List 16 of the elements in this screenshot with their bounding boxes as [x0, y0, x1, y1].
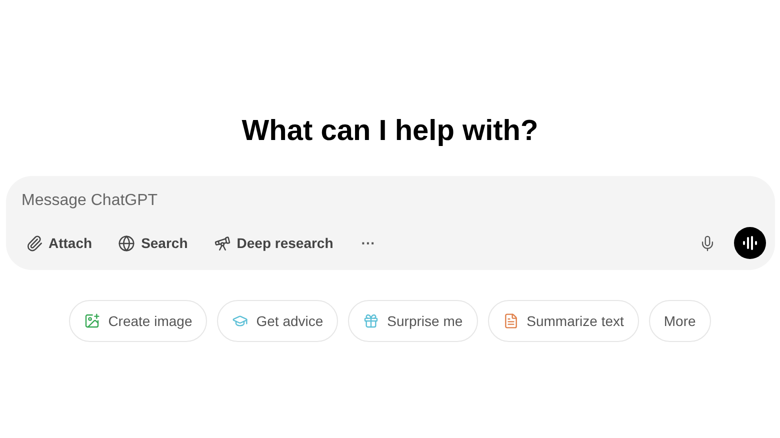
waveform-icon: [742, 236, 758, 250]
suggestion-chip[interactable]: More: [648, 300, 711, 342]
telescope-icon: [214, 234, 231, 252]
suggestion-chip[interactable]: Get advice: [217, 300, 338, 342]
suggestion-chip[interactable]: Surprise me: [348, 300, 478, 342]
tool-button[interactable]: Attach: [22, 229, 96, 257]
suggestion-chip[interactable]: Create image: [69, 300, 208, 342]
more-options-button[interactable]: ···: [355, 229, 382, 257]
globe-icon: [118, 234, 136, 252]
tool-button[interactable]: Search: [114, 229, 192, 257]
heading: What can I help with?: [242, 114, 538, 149]
paperclip-icon: [26, 234, 42, 252]
suggestion-chip[interactable]: Summarize text: [488, 300, 639, 342]
message-input[interactable]: Message ChatGPT: [22, 190, 758, 212]
tool-button[interactable]: Deep research: [210, 229, 338, 257]
voice-mode-button[interactable]: [734, 227, 766, 259]
